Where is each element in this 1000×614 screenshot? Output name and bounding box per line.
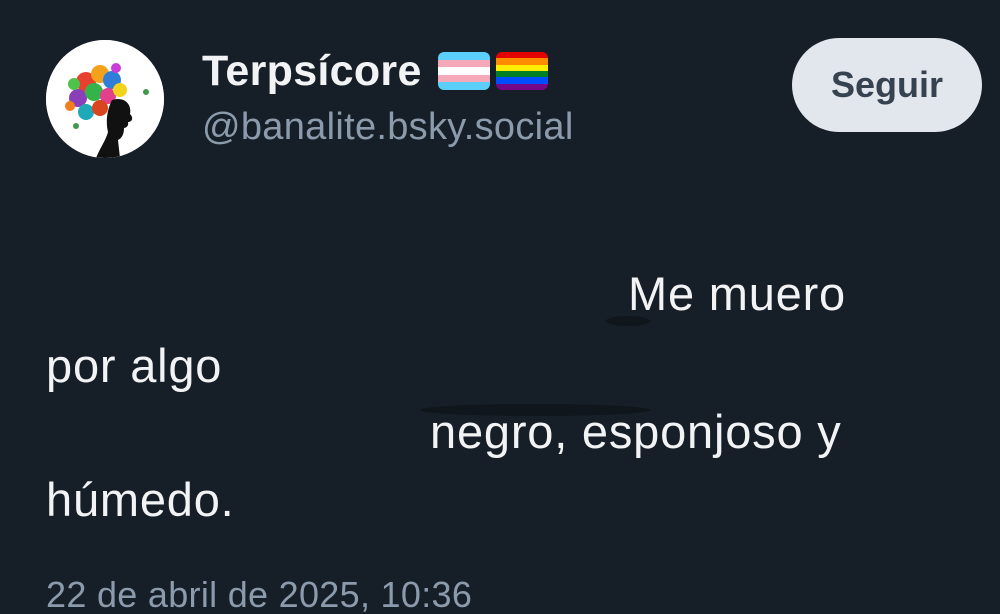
post-text-line: húmedo. (46, 473, 235, 526)
author-handle[interactable]: @banalite.bsky.social (202, 106, 574, 149)
post-text-line: Me muero (628, 267, 846, 320)
author-avatar[interactable] (46, 40, 164, 158)
author-name-row: Terpsícore (202, 44, 548, 98)
author-display-name[interactable]: Terpsícore (202, 47, 422, 96)
follow-button[interactable]: Seguir (792, 38, 982, 132)
rainbow-flag-icon (495, 52, 548, 90)
avatar-image (46, 40, 164, 158)
post-text-line: negro, esponjoso y (430, 405, 842, 458)
author-flags (437, 52, 548, 90)
transgender-flag-icon (437, 52, 490, 90)
post-timestamp[interactable]: 22 de abril de 2025, 10:36 (46, 574, 472, 614)
post-card: Terpsícore @banalite.bsky.social Seguir … (0, 0, 1000, 614)
post-text-line: por algo (46, 339, 223, 392)
